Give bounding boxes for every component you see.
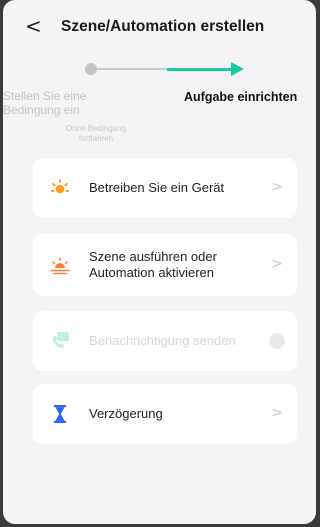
skip-condition-link[interactable]: Ohne Bedingung fortfahren (51, 124, 141, 144)
action-label: Szene ausführen oder Automation aktivier… (89, 249, 217, 280)
action-card-delay[interactable]: Verzögerung > (33, 384, 297, 444)
step-connector-inactive (97, 68, 167, 70)
info-icon[interactable] (269, 333, 285, 349)
step-connector-active (167, 68, 233, 71)
header: < Szene/Automation erstellen (3, 0, 316, 56)
step1-label[interactable]: Stellen Sie eine Bedingung ein (3, 89, 113, 117)
chevron-right-icon: > (271, 405, 283, 421)
step1-dot (85, 63, 97, 75)
hourglass-icon (49, 403, 71, 425)
stepper: Stellen Sie eine Bedingung ein Ohne Bedi… (3, 56, 316, 156)
action-card-notification: Benachrichtigung senden (33, 311, 297, 371)
action-label: Verzögerung (89, 406, 163, 421)
action-label: Benachrichtigung senden (89, 333, 236, 348)
sun-device-icon (49, 177, 71, 199)
sunset-scene-icon (49, 254, 71, 276)
action-label: Betreiben Sie ein Gerät (89, 180, 225, 195)
chevron-right-icon: > (271, 256, 283, 272)
page-title: Szene/Automation erstellen (61, 18, 265, 35)
back-button[interactable]: < (25, 16, 42, 36)
action-card-device[interactable]: Betreiben Sie ein Gerät > (33, 158, 297, 218)
phone-screen: < Szene/Automation erstellen Stellen Sie… (3, 0, 316, 524)
notification-icon (49, 329, 71, 351)
step2-label: Aufgabe einrichten (184, 90, 298, 104)
chevron-right-icon: > (271, 179, 283, 195)
action-card-scene[interactable]: Szene ausführen oder Automation aktivier… (33, 234, 297, 296)
step-arrow-icon (231, 62, 244, 76)
